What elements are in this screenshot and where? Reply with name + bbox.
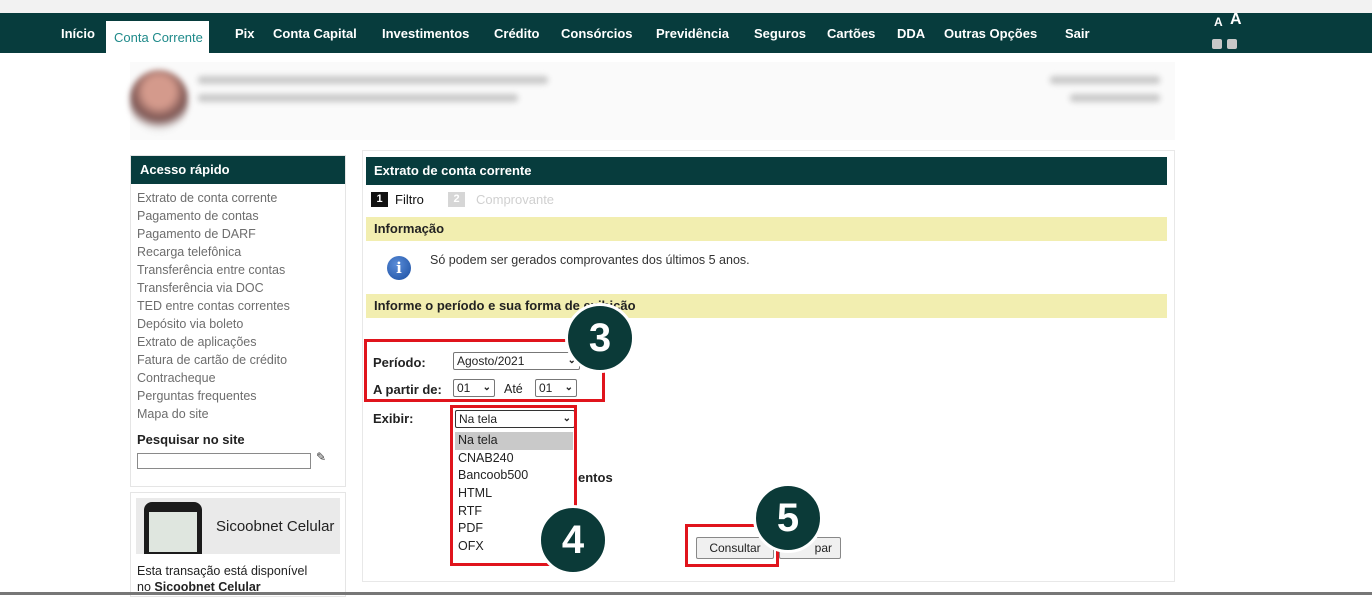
nav-cartoes[interactable]: Cartões bbox=[827, 26, 875, 41]
promo-banner[interactable]: Sicoobnet Celular bbox=[136, 498, 340, 554]
nav-conta-capital[interactable]: Conta Capital bbox=[273, 26, 357, 41]
blurred-account-line bbox=[198, 94, 518, 102]
panel-title: Extrato de conta corrente bbox=[366, 157, 1167, 185]
info-icon: i bbox=[387, 256, 411, 280]
nav-conta-corrente[interactable]: Conta Corrente bbox=[106, 21, 209, 58]
link-extrato-aplicacoes[interactable]: Extrato de aplicações bbox=[137, 333, 345, 351]
user-info-header bbox=[130, 62, 1175, 140]
link-transferencia-doc[interactable]: Transferência via DOC bbox=[137, 279, 345, 297]
exibir-label: Exibir: bbox=[373, 411, 414, 426]
link-ted-contas-correntes[interactable]: TED entre contas correntes bbox=[137, 297, 345, 315]
font-decrease-label: A bbox=[1214, 15, 1223, 29]
nav-credito[interactable]: Crédito bbox=[494, 26, 540, 41]
top-strip bbox=[0, 0, 1372, 13]
nav-seguros[interactable]: Seguros bbox=[754, 26, 806, 41]
step-1-label: Filtro bbox=[395, 192, 424, 207]
quick-access-title: Acesso rápido bbox=[131, 156, 345, 184]
link-extrato-conta-corrente[interactable]: Extrato de conta corrente bbox=[137, 189, 345, 207]
font-decrease-button[interactable] bbox=[1212, 39, 1222, 49]
promo-title: Sicoobnet Celular bbox=[216, 518, 335, 535]
blurred-time-line bbox=[1070, 94, 1160, 102]
step-badge-4: 4 bbox=[538, 505, 608, 575]
quick-access-panel: Acesso rápido Extrato de conta corrente … bbox=[130, 155, 346, 487]
blurred-user-line bbox=[198, 76, 548, 84]
sicoobnet-celular-promo: Sicoobnet Celular Esta transação está di… bbox=[130, 492, 346, 597]
nav-sair[interactable]: Sair bbox=[1065, 26, 1090, 41]
avatar bbox=[130, 70, 188, 132]
font-increase-button[interactable] bbox=[1227, 39, 1237, 49]
search-icon[interactable]: ✎ bbox=[316, 450, 326, 464]
link-mapa-site[interactable]: Mapa do site bbox=[137, 405, 345, 423]
obscured-option-text: entos bbox=[578, 470, 613, 485]
main-nav-bar: Início Conta Corrente Pix Conta Capital … bbox=[0, 11, 1372, 58]
step-badge-5: 5 bbox=[753, 483, 823, 553]
nav-consorcios[interactable]: Consórcios bbox=[561, 26, 633, 41]
quick-access-links: Extrato de conta corrente Pagamento de c… bbox=[131, 184, 345, 423]
step-2-label: Comprovante bbox=[476, 192, 555, 207]
site-search-input[interactable] bbox=[137, 453, 311, 469]
link-deposito-boleto[interactable]: Depósito via boleto bbox=[137, 315, 345, 333]
phone-icon bbox=[144, 502, 202, 554]
blurred-date-line bbox=[1050, 76, 1160, 84]
nav-dda[interactable]: DDA bbox=[897, 26, 925, 41]
link-pagamento-darf[interactable]: Pagamento de DARF bbox=[137, 225, 345, 243]
period-section-bar: Informe o período e sua forma de exibiçã… bbox=[366, 294, 1167, 318]
promo-text: Esta transação está disponível no Sicoob… bbox=[137, 564, 308, 594]
nav-previdencia[interactable]: Previdência bbox=[656, 26, 729, 41]
link-fatura-cartao[interactable]: Fatura de cartão de crédito bbox=[137, 351, 345, 369]
nav-outras-opcoes[interactable]: Outras Opções bbox=[944, 26, 1037, 41]
info-section-bar: Informação bbox=[366, 217, 1167, 241]
step-2-number: 2 bbox=[448, 192, 465, 207]
nav-inicio[interactable]: Início bbox=[61, 26, 95, 41]
link-transferencia-entre-contas[interactable]: Transferência entre contas bbox=[137, 261, 345, 279]
step-1-number: 1 bbox=[371, 192, 388, 207]
step-badge-3: 3 bbox=[565, 303, 635, 373]
link-perguntas-frequentes[interactable]: Perguntas frequentes bbox=[137, 387, 345, 405]
font-increase-label: A bbox=[1230, 11, 1242, 28]
link-recarga-telefonica[interactable]: Recarga telefônica bbox=[137, 243, 345, 261]
nav-investimentos[interactable]: Investimentos bbox=[382, 26, 469, 41]
link-contracheque[interactable]: Contracheque bbox=[137, 369, 345, 387]
info-message: Só podem ser gerados comprovantes dos úl… bbox=[430, 253, 750, 267]
nav-pix[interactable]: Pix bbox=[235, 26, 255, 41]
site-search-label: Pesquisar no site bbox=[137, 432, 245, 447]
link-pagamento-contas[interactable]: Pagamento de contas bbox=[137, 207, 345, 225]
